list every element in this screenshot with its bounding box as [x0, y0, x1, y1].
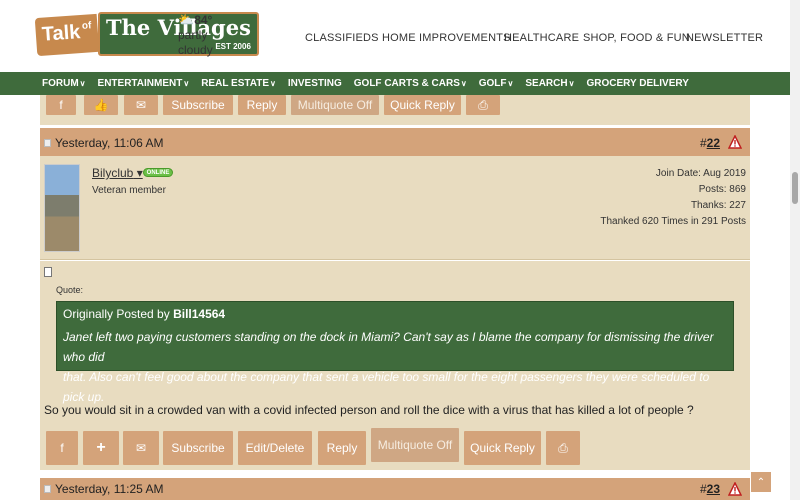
nav-classifieds[interactable]: CLASSIFIEDS [305, 32, 379, 44]
facebook-icon: f [60, 441, 64, 455]
thumbs-up-icon: 👍 [93, 98, 109, 112]
like-button[interactable]: 👍 [84, 95, 118, 115]
print-button[interactable]: ⎙ [546, 431, 580, 465]
scroll-to-top-button[interactable]: ⌃ [751, 472, 771, 492]
facebook-share-button[interactable]: f [46, 95, 76, 115]
print-icon: ⎙ [478, 97, 488, 112]
post-icon [44, 267, 52, 277]
nav-home-improvements[interactable]: HOME IMPROVEMENTS [382, 32, 511, 44]
report-post-icon[interactable] [728, 135, 742, 149]
menu-golf[interactable]: GOLF∨ [479, 78, 514, 89]
add-button[interactable]: + [83, 431, 119, 465]
envelope-icon: ✉ [135, 98, 147, 112]
page-scrollbar[interactable] [790, 0, 800, 500]
menu-search[interactable]: SEARCH∨ [525, 78, 574, 89]
nav-newsletter[interactable]: NEWSLETTER [686, 32, 763, 44]
subscribe-button[interactable]: Subscribe [163, 431, 233, 465]
quote-block: Originally Posted by Bill14564 Janet lef… [56, 301, 734, 404]
print-button[interactable]: ⎙ [466, 95, 500, 115]
scrollbar-thumb[interactable] [792, 172, 798, 204]
main-navigation: FORUM∨ ENTERTAINMENT∨ REAL ESTATE∨ INVES… [0, 72, 800, 95]
quote-attribution: Originally Posted by Bill14564 [63, 307, 226, 321]
reply-button[interactable]: Reply [318, 431, 366, 465]
chevron-up-icon: ⌃ [756, 476, 766, 488]
document-icon [44, 139, 51, 147]
user-info-panel: Bilyclub ▾ ONLINE Veteran member Join Da… [40, 156, 750, 260]
post-message: So you would sit in a crowded van with a… [44, 403, 694, 417]
facebook-icon: f [59, 98, 63, 112]
document-icon [44, 485, 51, 493]
weather-widget: ⛅84° partly cloudy [178, 12, 213, 57]
menu-investing[interactable]: INVESTING [288, 78, 342, 89]
chevron-down-icon: ∨ [270, 79, 276, 88]
envelope-icon: ✉ [135, 441, 147, 455]
email-button[interactable]: ✉ [124, 95, 158, 115]
chevron-down-icon: ∨ [183, 79, 190, 88]
multiquote-button[interactable]: Multiquote Off [291, 95, 379, 115]
site-logo[interactable]: Talkof The Villages EST 2006 [34, 12, 259, 57]
next-post-header: Yesterday, 11:25 AM #23 [40, 478, 750, 500]
menu-real-estate[interactable]: REAL ESTATE∨ [201, 78, 276, 89]
quote-text: Janet left two paying customers standing… [63, 330, 714, 404]
chevron-down-icon: ∨ [79, 79, 86, 88]
partly-cloudy-icon: ⛅ [178, 12, 195, 27]
menu-golf-carts-cars[interactable]: GOLF CARTS & CARS∨ [354, 78, 467, 89]
next-post-date: Yesterday, 11:25 AM [55, 482, 164, 496]
menu-grocery-delivery[interactable]: GROCERY DELIVERY [586, 78, 688, 89]
avatar[interactable] [44, 164, 80, 252]
subscribe-button[interactable]: Subscribe [163, 95, 233, 115]
chevron-down-icon: ∨ [460, 79, 467, 88]
post-header: Yesterday, 11:06 AM #22 [40, 128, 750, 158]
nav-healthcare[interactable]: HEALTHCARE [504, 32, 579, 44]
user-stats: Join Date: Aug 2019 Posts: 869 Thanks: 2… [600, 168, 746, 227]
quick-reply-button[interactable]: Quick Reply [384, 95, 461, 115]
quote-label: Quote: [56, 285, 84, 295]
username-link[interactable]: Bilyclub ▾ [92, 166, 143, 180]
nav-shop-food-fun[interactable]: SHOP, FOOD & FUN [583, 32, 690, 44]
edit-delete-button[interactable]: Edit/Delete [238, 431, 312, 465]
email-button[interactable]: ✉ [123, 431, 159, 465]
facebook-share-button[interactable]: f [46, 431, 78, 465]
print-icon: ⎙ [558, 440, 568, 455]
menu-entertainment[interactable]: ENTERTAINMENT∨ [98, 78, 190, 89]
quick-reply-button[interactable]: Quick Reply [464, 431, 541, 465]
chevron-down-icon: ∨ [507, 79, 514, 88]
multiquote-button[interactable]: Multiquote Off [371, 428, 459, 462]
reply-button[interactable]: Reply [238, 95, 286, 115]
site-header: Talkof The Villages EST 2006 ⛅84° partly… [0, 0, 800, 72]
chevron-down-icon: ∨ [568, 79, 575, 88]
menu-forum[interactable]: FORUM∨ [42, 78, 86, 89]
logo-talk: Talkof [34, 13, 100, 57]
online-status-badge: ONLINE [143, 168, 173, 177]
post-number-link[interactable]: #22 [700, 136, 720, 150]
post-date: Yesterday, 11:06 AM [55, 136, 164, 150]
report-post-icon[interactable] [728, 482, 742, 496]
next-post-number-link[interactable]: #23 [700, 482, 720, 496]
plus-icon: + [96, 439, 106, 456]
user-rank: Veteran member [92, 185, 166, 196]
